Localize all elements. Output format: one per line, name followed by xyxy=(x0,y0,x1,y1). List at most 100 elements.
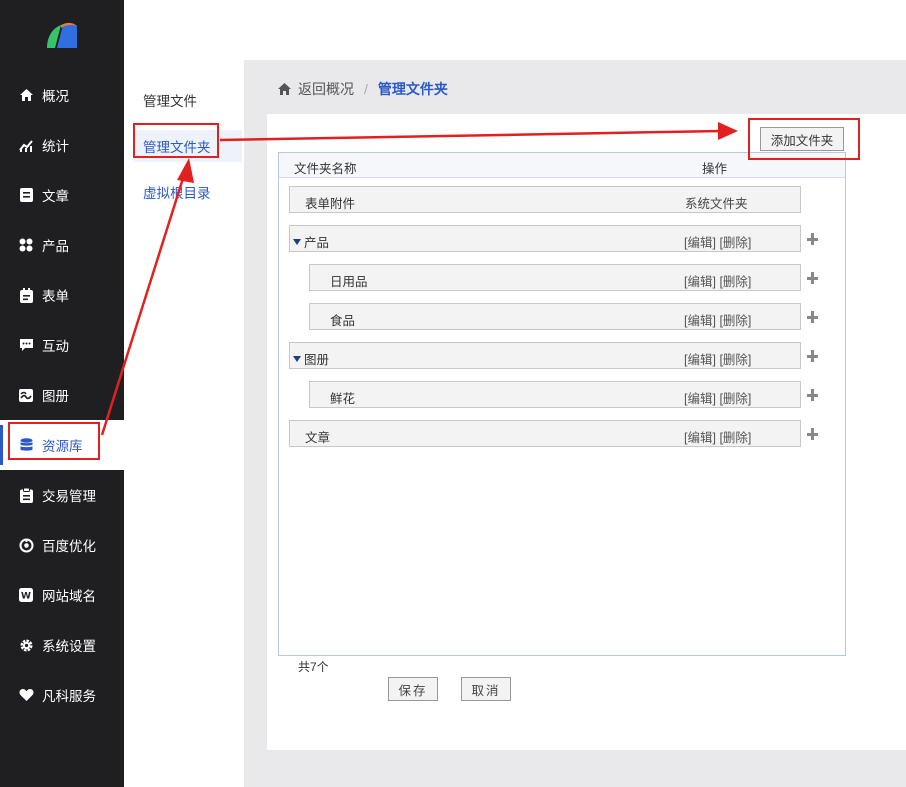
sidebar-item-service[interactable]: 凡科服务 xyxy=(0,670,124,720)
edit-link[interactable]: [编辑] xyxy=(684,353,716,367)
chart-icon xyxy=(18,137,34,153)
save-button[interactable]: 保存 xyxy=(388,677,438,701)
table-row[interactable]: 产品 [编辑] [删除] xyxy=(289,225,801,252)
caret-down-icon[interactable] xyxy=(293,238,301,245)
row-actions: [编辑] [删除] xyxy=(684,232,751,251)
delete-link[interactable]: [删除] xyxy=(719,392,751,406)
folder-name-wrap: 产品 xyxy=(293,232,329,251)
sidebar-item-overview[interactable]: 概况 xyxy=(0,70,124,120)
edit-link[interactable]: [编辑] xyxy=(684,314,716,328)
folder-panel: 添加文件夹 文件夹名称 操作 表单附件 系统文件夹 产品 [编辑] [删除] 日… xyxy=(267,114,906,750)
sidebar-item-label: 交易管理 xyxy=(42,489,96,504)
folder-name: 文章 xyxy=(305,431,331,445)
row-actions: [编辑] [删除] xyxy=(684,427,751,446)
main-content: 返回概况 / 管理文件夹 添加文件夹 文件夹名称 操作 表单附件 系统文件夹 产… xyxy=(244,60,906,787)
table-row[interactable]: 食品 [编辑] [删除] xyxy=(309,303,801,330)
grid-icon xyxy=(18,237,34,253)
chat-icon xyxy=(18,337,34,353)
form-icon xyxy=(18,287,34,303)
breadcrumb-current: 管理文件夹 xyxy=(377,81,448,97)
edit-link[interactable]: [编辑] xyxy=(684,392,716,406)
column-header-name: 文件夹名称 xyxy=(294,162,357,176)
add-subfolder-icon[interactable] xyxy=(807,350,819,362)
table-row[interactable]: 表单附件 系统文件夹 xyxy=(289,186,801,213)
trade-icon xyxy=(18,487,34,503)
svg-text:W: W xyxy=(21,592,31,602)
sidebar-item-label: 表单 xyxy=(42,289,69,304)
folder-name-wrap: 图册 xyxy=(293,349,329,368)
sidebar-item-resources[interactable]: 资源库 xyxy=(0,420,124,470)
delete-link[interactable]: [删除] xyxy=(719,431,751,445)
sidebar-item-label: 系统设置 xyxy=(42,639,96,654)
sidebar-item-seo[interactable]: 百度优化 xyxy=(0,520,124,570)
sidebar-item-stats[interactable]: 统计 xyxy=(0,120,124,170)
cancel-button[interactable]: 取消 xyxy=(461,677,511,701)
sub-sidebar: 管理文件 管理文件夹 虚拟根目录 xyxy=(124,0,244,787)
table-row[interactable]: 鲜花 [编辑] [删除] xyxy=(309,381,801,408)
gallery-icon xyxy=(18,387,34,403)
edit-link[interactable]: [编辑] xyxy=(684,431,716,445)
sidebar-item-settings[interactable]: 系统设置 xyxy=(0,620,124,670)
breadcrumb-separator: / xyxy=(364,81,368,97)
caret-down-icon[interactable] xyxy=(293,355,301,362)
system-folder-label: 系统文件夹 xyxy=(685,197,748,211)
subnav-manage-files[interactable]: 管理文件 xyxy=(134,84,242,116)
sidebar-item-label: 统计 xyxy=(42,139,69,154)
folder-name: 产品 xyxy=(304,236,330,250)
add-subfolder-icon[interactable] xyxy=(807,272,819,284)
subnav-virtual-root[interactable]: 虚拟根目录 xyxy=(134,176,242,208)
edit-link[interactable]: [编辑] xyxy=(684,236,716,250)
add-subfolder-icon[interactable] xyxy=(807,389,819,401)
sidebar-item-gallery[interactable]: 图册 xyxy=(0,370,124,420)
gear-icon xyxy=(18,637,34,653)
breadcrumb-back-link[interactable]: 返回概况 xyxy=(298,79,354,99)
home-icon xyxy=(18,87,34,103)
table-row[interactable]: 文章 [编辑] [删除] xyxy=(289,420,801,447)
table-header: 文件夹名称 操作 xyxy=(279,153,845,178)
folder-count: 共7个 xyxy=(298,660,329,674)
home-icon[interactable] xyxy=(277,82,292,96)
row-actions: [编辑] [删除] xyxy=(684,271,751,290)
row-actions: [编辑] [删除] xyxy=(684,349,751,368)
edit-link[interactable]: [编辑] xyxy=(684,275,716,289)
folder-table: 文件夹名称 操作 表单附件 系统文件夹 产品 [编辑] [删除] 日用品 [编辑… xyxy=(278,152,846,656)
delete-link[interactable]: [删除] xyxy=(719,236,751,250)
sidebar-item-interaction[interactable]: 互动 xyxy=(0,320,124,370)
delete-link[interactable]: [删除] xyxy=(719,353,751,367)
active-indicator xyxy=(0,425,3,465)
add-folder-button[interactable]: 添加文件夹 xyxy=(760,127,844,151)
subnav-manage-folders[interactable]: 管理文件夹 xyxy=(134,130,242,162)
folder-name: 食品 xyxy=(330,314,356,328)
add-subfolder-icon[interactable] xyxy=(807,311,819,323)
sidebar-item-label: 文章 xyxy=(42,189,69,204)
delete-link[interactable]: [删除] xyxy=(719,314,751,328)
add-subfolder-icon[interactable] xyxy=(807,428,819,440)
breadcrumb: 返回概况 / 管理文件夹 xyxy=(277,78,448,100)
sidebar-item-articles[interactable]: 文章 xyxy=(0,170,124,220)
delete-link[interactable]: [删除] xyxy=(719,275,751,289)
sidebar-item-domain[interactable]: W 网站域名 xyxy=(0,570,124,620)
sidebar-item-products[interactable]: 产品 xyxy=(0,220,124,270)
brand-logo[interactable] xyxy=(43,18,79,54)
domain-icon: W xyxy=(18,587,34,603)
seo-icon xyxy=(18,537,34,553)
add-subfolder-icon[interactable] xyxy=(807,233,819,245)
table-row[interactable]: 图册 [编辑] [删除] xyxy=(289,342,801,369)
folder-name: 鲜花 xyxy=(330,392,356,406)
heart-icon xyxy=(18,687,34,703)
table-row[interactable]: 日用品 [编辑] [删除] xyxy=(309,264,801,291)
sidebar-item-label: 图册 xyxy=(42,389,69,404)
sidebar-item-label: 产品 xyxy=(42,239,69,254)
folder-name: 图册 xyxy=(304,353,330,367)
sidebar-item-label: 资源库 xyxy=(42,439,83,454)
sidebar-item-label: 百度优化 xyxy=(42,539,96,554)
database-icon xyxy=(18,437,34,453)
sidebar-item-label: 凡科服务 xyxy=(42,689,96,704)
column-header-ops: 操作 xyxy=(702,162,728,176)
row-actions: [编辑] [删除] xyxy=(684,388,751,407)
sidebar-item-forms[interactable]: 表单 xyxy=(0,270,124,320)
sidebar-item-label: 概况 xyxy=(42,89,69,104)
main-sidebar: 概况 统计 文章 产品 表单 互动 图册 资源库 交易管理 百度优化 W 网站域… xyxy=(0,0,124,787)
sidebar-item-trade[interactable]: 交易管理 xyxy=(0,470,124,520)
sidebar-item-label: 互动 xyxy=(42,339,69,354)
